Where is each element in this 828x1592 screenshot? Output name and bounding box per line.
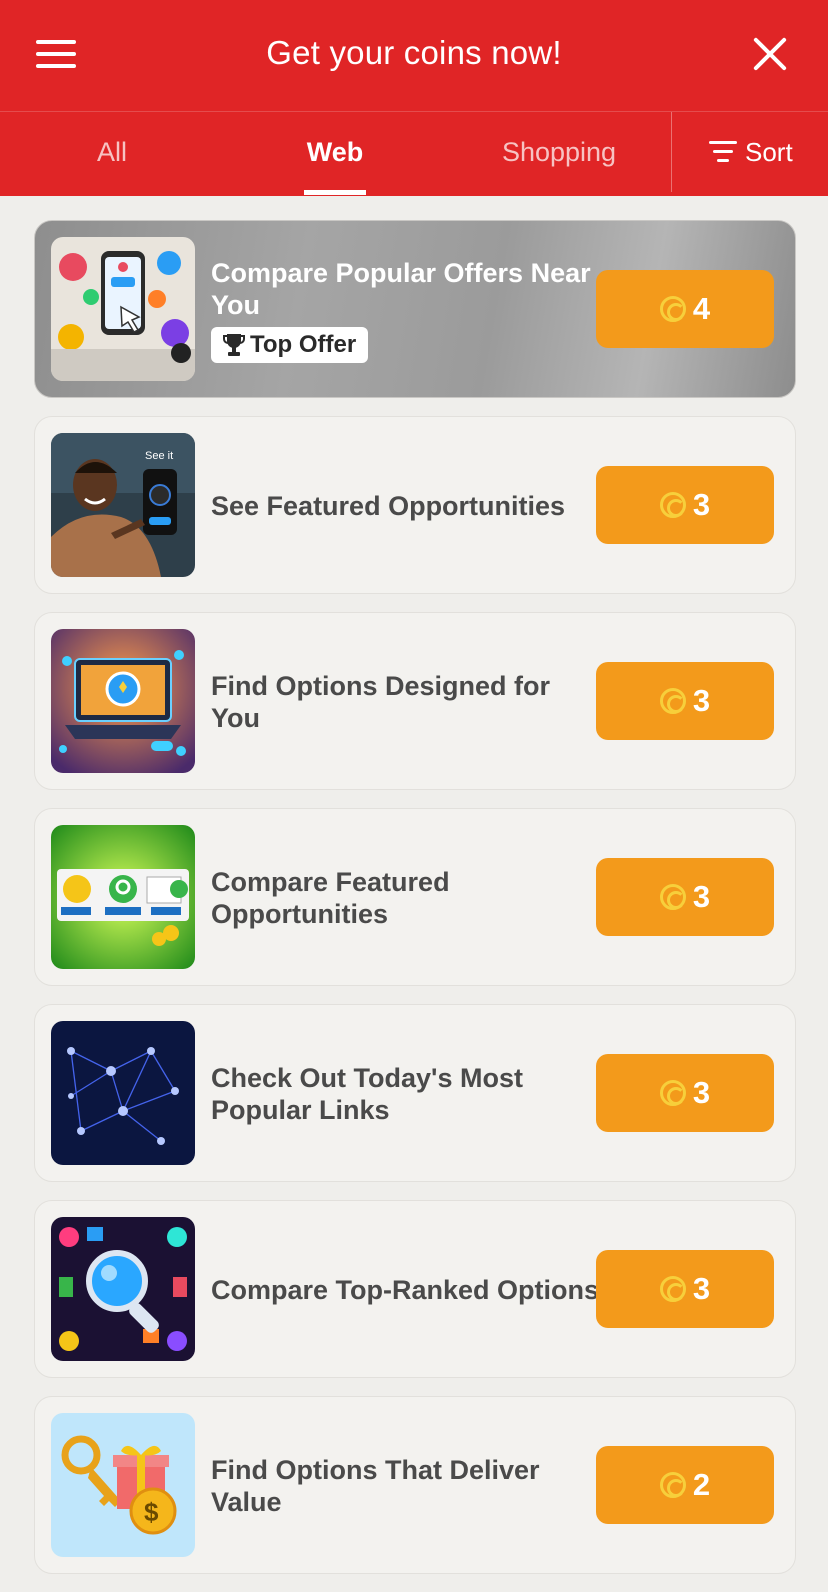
offer-title: Find Options Designed for You (211, 671, 550, 733)
badge-label: Top Offer (250, 331, 357, 358)
coin-icon (659, 1472, 686, 1498)
offer-thumbnail-tap-search-click (51, 825, 195, 969)
top-offer-badge: Top Offer (211, 327, 369, 363)
reward-value: 3 (692, 487, 711, 522)
offer-card[interactable]: Compare Top-Ranked Options 3 (34, 1200, 796, 1378)
offer-thumbnail-key-gift-coin: $ (51, 1413, 195, 1557)
tab-all[interactable]: All (60, 112, 164, 196)
reward-value: 4 (692, 291, 711, 326)
offer-thumbnail-laptop-search (51, 629, 195, 773)
offer-card[interactable]: Compare Featured Opportunities 3 (34, 808, 796, 986)
reward-button[interactable]: 3 (596, 858, 774, 936)
reward-button[interactable]: 3 (596, 662, 774, 740)
svg-text:$: $ (144, 1497, 159, 1527)
trophy-icon (223, 334, 245, 356)
reward-value: 3 (692, 683, 711, 718)
app-header: Get your coins now! (0, 0, 828, 112)
tab-web[interactable]: Web (284, 112, 386, 196)
offer-title: Compare Top-Ranked Options (211, 1275, 600, 1305)
page-title: Get your coins now! (266, 34, 562, 71)
reward-button[interactable]: 4 (596, 270, 774, 348)
reward-value: 3 (692, 1271, 711, 1306)
tab-divider (671, 112, 672, 192)
offer-title: Check Out Today's Most Popular Links (211, 1063, 523, 1125)
coin-icon (659, 1276, 686, 1302)
offer-title: Find Options That Deliver Value (211, 1455, 540, 1517)
reward-value: 3 (692, 1075, 711, 1110)
coin-icon (659, 1080, 686, 1106)
svg-text:See it: See it (145, 450, 173, 462)
active-tab-indicator (304, 190, 366, 195)
coin-icon (659, 296, 686, 322)
reward-button[interactable]: 3 (596, 466, 774, 544)
tab-shopping[interactable]: Shopping (484, 112, 634, 196)
offer-title: Compare Popular Offers Near You (211, 258, 591, 320)
offer-list: Compare Popular Offers Near You Top Offe… (34, 220, 796, 1592)
offer-card[interactable]: $ Find Options That Deliver Value 2 (34, 1396, 796, 1574)
reward-button[interactable]: 3 (596, 1054, 774, 1132)
offer-thumbnail-network-graph (51, 1021, 195, 1165)
offer-thumbnail-magnifier-collage (51, 1217, 195, 1361)
offer-thumbnail-phone-collage (51, 237, 195, 381)
sort-label: Sort (745, 137, 793, 167)
reward-button[interactable]: 2 (596, 1446, 774, 1524)
reward-value: 3 (692, 879, 711, 914)
offer-card-top[interactable]: Compare Popular Offers Near You Top Offe… (34, 220, 796, 398)
close-icon[interactable] (752, 36, 788, 72)
category-tabs: All Web Shopping Sort (0, 112, 828, 196)
offer-title: Compare Featured Opportunities (211, 867, 450, 929)
offer-card[interactable]: See it See Featured Opportunities 3 (34, 416, 796, 594)
offer-thumbnail-man-with-phone: See it (51, 433, 195, 577)
coin-icon (659, 884, 686, 910)
sort-icon (709, 140, 737, 164)
offer-card[interactable]: Check Out Today's Most Popular Links 3 (34, 1004, 796, 1182)
reward-button[interactable]: 3 (596, 1250, 774, 1328)
offer-title: See Featured Opportunities (211, 491, 566, 521)
coin-icon (659, 688, 686, 714)
offer-card[interactable]: Find Options Designed for You 3 (34, 612, 796, 790)
coin-icon (659, 492, 686, 518)
reward-value: 2 (692, 1467, 711, 1502)
